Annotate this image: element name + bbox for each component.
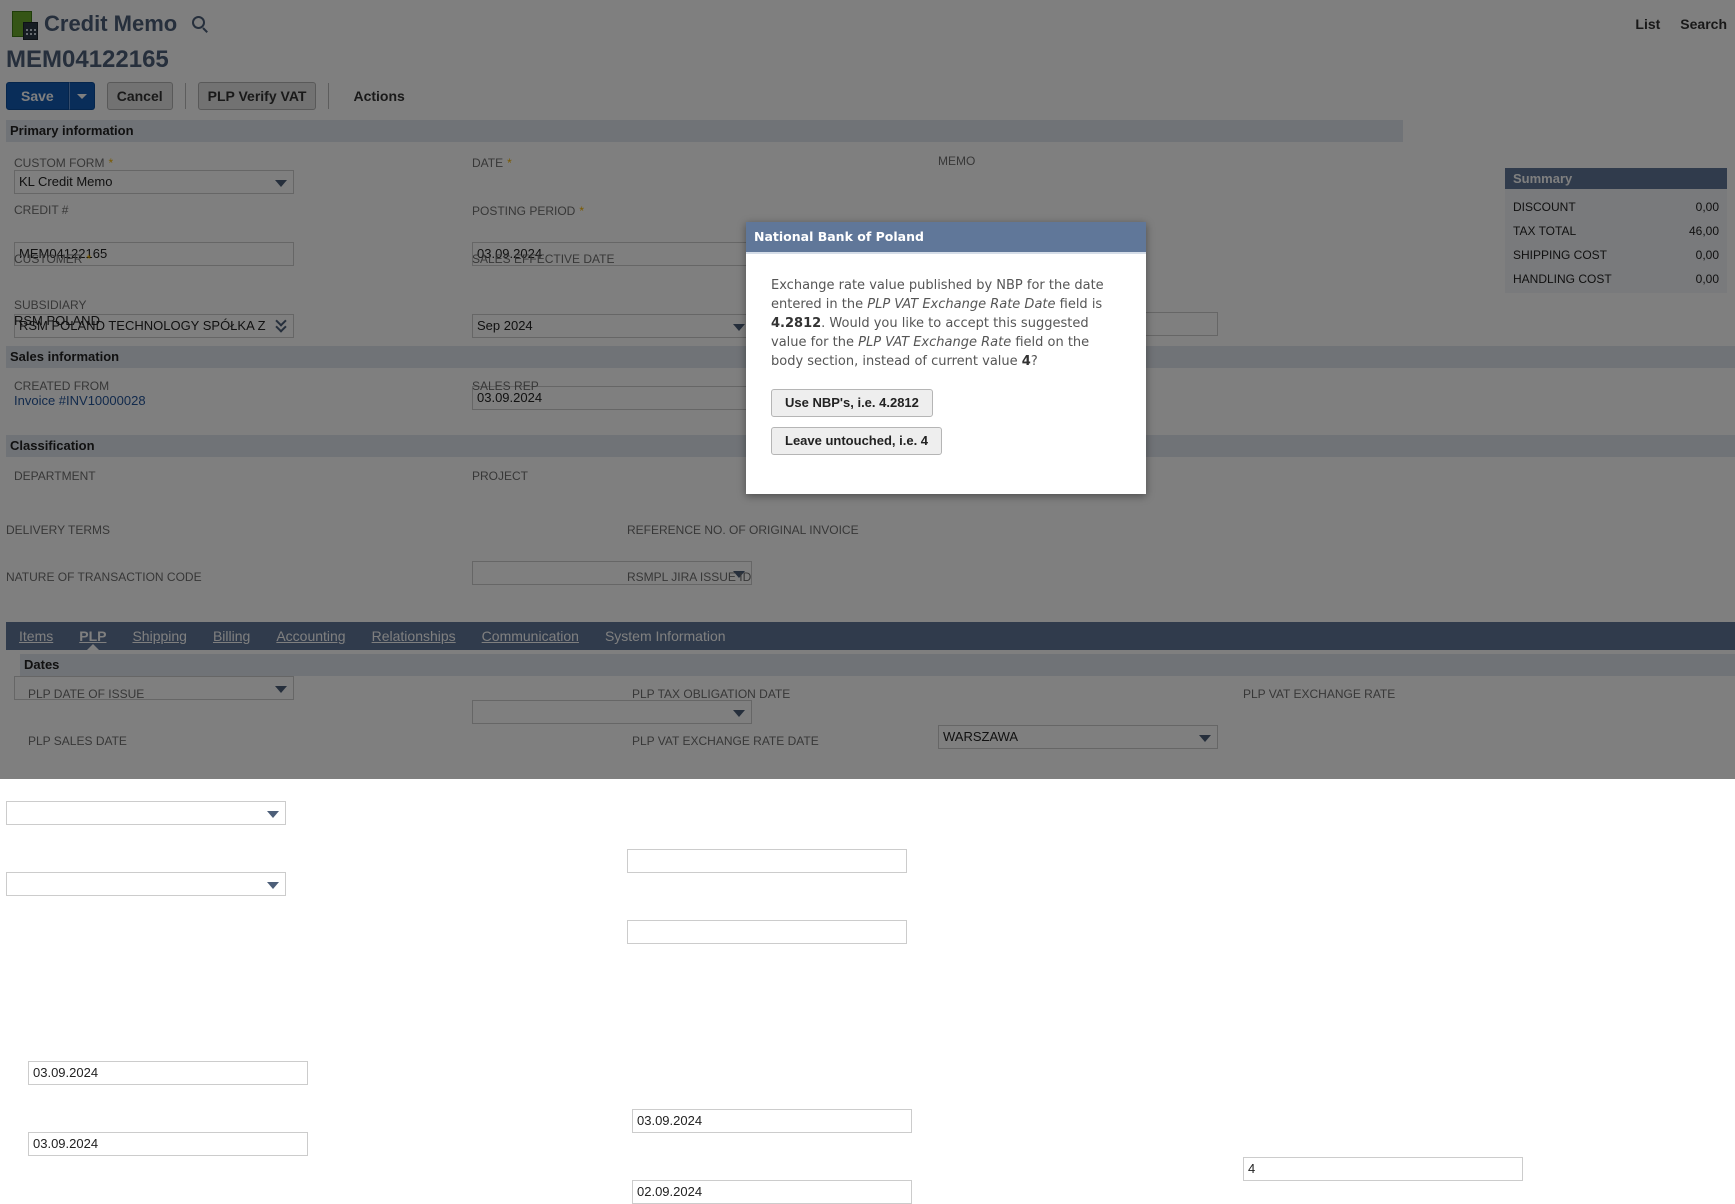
plp-vat-exchange-rate-field[interactable]: 4 [1243,1157,1523,1181]
use-nbp-rate-button[interactable]: Use NBP's, i.e. 4.2812 [771,389,933,417]
ref-original-invoice-field[interactable] [627,849,907,873]
plp-vat-exchange-rate-date-field[interactable]: 02.09.2024 [632,1180,912,1204]
delivery-terms-select[interactable] [6,801,286,825]
dialog-message: Exchange rate value published by NBP for… [746,254,1146,455]
plp-sales-date-field[interactable]: 03.09.2024 [28,1132,308,1156]
plp-date-of-issue-field[interactable]: 03.09.2024 [28,1061,308,1085]
nbp-exchange-rate-dialog: National Bank of Poland Exchange rate va… [746,222,1146,494]
plp-tax-obligation-date-field[interactable]: 03.09.2024 [632,1109,912,1133]
leave-untouched-button[interactable]: Leave untouched, i.e. 4 [771,427,943,455]
chevron-down-icon [267,811,279,818]
chevron-down-icon [267,882,279,889]
jira-issue-field[interactable] [627,920,907,944]
dialog-title: National Bank of Poland [746,222,1146,254]
nature-of-transaction-select[interactable] [6,872,286,896]
